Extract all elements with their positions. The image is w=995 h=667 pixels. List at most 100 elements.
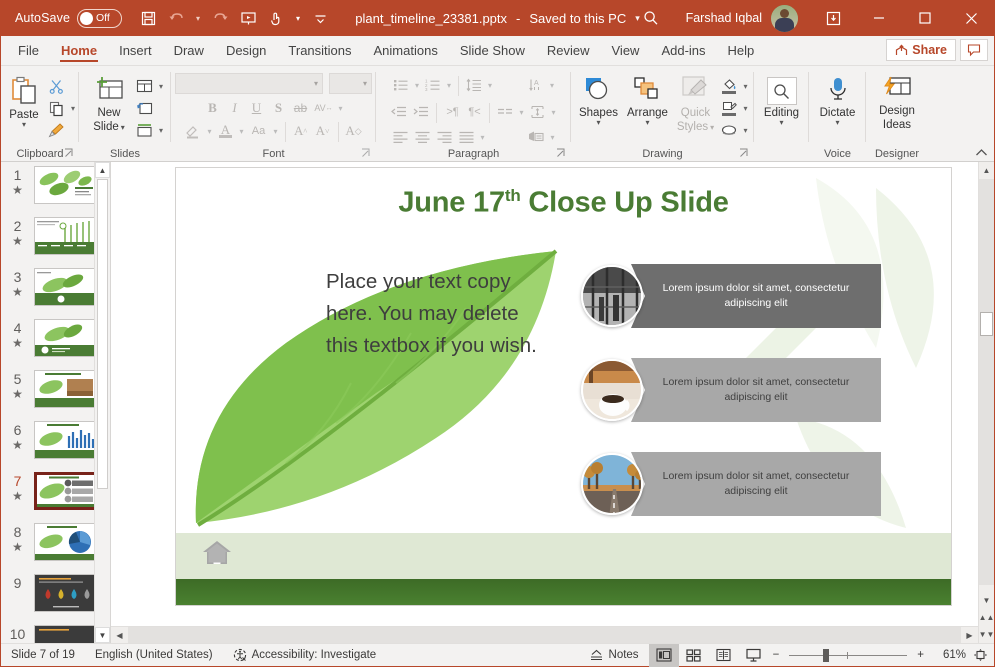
- italic-button[interactable]: I: [223, 97, 245, 119]
- tab-transitions[interactable]: Transitions: [277, 36, 362, 65]
- text-direction-chevron-down-icon[interactable]: ▾: [547, 81, 557, 90]
- row-2-text-box[interactable]: Lorem ipsum dolor sit amet, consectetur …: [631, 358, 881, 422]
- design-ideas-button[interactable]: Design Ideas: [870, 73, 924, 131]
- decrease-indent-button[interactable]: [388, 101, 410, 123]
- touch-mode-icon[interactable]: [262, 5, 290, 31]
- layout-chevron-down-icon[interactable]: ▾: [156, 82, 166, 91]
- tab-slide-show[interactable]: Slide Show: [449, 36, 536, 65]
- normal-view-button[interactable]: [648, 643, 679, 667]
- current-slide[interactable]: June 17th Close Up Slide Place your text…: [176, 168, 951, 605]
- thumb-image-10[interactable]: [34, 625, 98, 643]
- quick-styles-button[interactable]: Quick Styles ▾: [672, 73, 718, 133]
- thumb-image-4[interactable]: [34, 319, 98, 357]
- reading-view-button[interactable]: [709, 644, 739, 667]
- home-icon[interactable]: [202, 539, 232, 565]
- hscroll-track[interactable]: [128, 626, 961, 643]
- columns-button[interactable]: ▾: [494, 101, 526, 123]
- shape-outline-button[interactable]: ▾: [718, 97, 750, 119]
- accessibility-indicator[interactable]: Accessibility: Investigate: [223, 644, 387, 667]
- tab-animations[interactable]: Animations: [363, 36, 449, 65]
- tab-draw[interactable]: Draw: [163, 36, 215, 65]
- thumb-image-6[interactable]: [34, 421, 98, 459]
- line-spacing-chevron-down-icon[interactable]: ▾: [485, 81, 495, 90]
- numbering-button[interactable]: 123 ▾: [422, 74, 454, 96]
- slide-position-indicator[interactable]: Slide 7 of 19: [1, 644, 85, 667]
- decrease-font-size-button[interactable]: A ˅: [312, 120, 334, 142]
- vscroll-thumb[interactable]: [980, 312, 993, 336]
- previous-slide-button[interactable]: ▲▲: [979, 609, 994, 626]
- slide-vertical-scrollbar[interactable]: ▲ ▼ ▲▲ ▼▼: [978, 162, 994, 643]
- paste-button[interactable]: Paste ▾: [2, 73, 46, 129]
- zoom-slider[interactable]: [789, 644, 908, 667]
- shape-outline-chevron-down-icon[interactable]: ▾: [740, 104, 750, 113]
- hscroll-left-arrow[interactable]: ◀: [111, 627, 128, 644]
- format-painter-button[interactable]: [46, 119, 68, 141]
- reset-button[interactable]: [134, 97, 156, 119]
- tab-review[interactable]: Review: [536, 36, 601, 65]
- zoom-in-button[interactable]: +: [913, 644, 928, 667]
- hscroll-right-arrow[interactable]: ▶: [961, 627, 978, 644]
- font-color-button[interactable]: A ▾: [214, 120, 246, 142]
- layout-button[interactable]: ▾: [134, 75, 166, 97]
- user-name[interactable]: Farshad Iqbal: [686, 11, 762, 25]
- clipboard-dialog-launcher[interactable]: [64, 148, 75, 159]
- new-slide-chevron-down-icon[interactable]: ▾: [121, 123, 125, 131]
- content-row-1[interactable]: Lorem ipsum dolor sit amet, consectetur …: [581, 264, 881, 328]
- ribbon-display-options-icon[interactable]: [810, 0, 856, 36]
- ltr-direction-button[interactable]: >¶: [441, 101, 463, 123]
- row-1-text-box[interactable]: Lorem ipsum dolor sit amet, consectetur …: [631, 264, 881, 328]
- thumb-image-1[interactable]: [34, 166, 98, 204]
- section-button[interactable]: ▾: [134, 119, 166, 141]
- line-spacing-button[interactable]: ▾: [463, 74, 495, 96]
- arrange-chevron-down-icon[interactable]: ▾: [645, 119, 649, 127]
- shapes-button[interactable]: Shapes ▾: [574, 73, 622, 127]
- convert-smartart-button[interactable]: ▾: [526, 126, 558, 148]
- clear-formatting-button[interactable]: A ◇: [343, 120, 365, 142]
- row-2-image[interactable]: [581, 359, 643, 421]
- character-spacing-chevron-down-icon[interactable]: ▾: [335, 104, 345, 113]
- content-row-3[interactable]: Lorem ipsum dolor sit amet, consectetur …: [581, 452, 881, 516]
- font-size-input[interactable]: ▾: [329, 73, 372, 94]
- language-indicator[interactable]: English (United States): [85, 644, 223, 667]
- autosave-toggle[interactable]: Off: [77, 8, 123, 28]
- justify-chevron-down-icon[interactable]: ▾: [477, 133, 487, 142]
- font-name-input[interactable]: ▾: [175, 73, 323, 94]
- shapes-chevron-down-icon[interactable]: ▾: [596, 119, 600, 127]
- quick-styles-chevron-down-icon[interactable]: ▾: [710, 123, 714, 131]
- arrange-button[interactable]: Arrange ▾: [622, 73, 672, 127]
- comments-button[interactable]: [960, 39, 988, 61]
- bold-button[interactable]: B: [201, 97, 223, 119]
- collapse-ribbon-button[interactable]: [975, 148, 988, 160]
- save-status[interactable]: Saved to this PC: [529, 11, 626, 26]
- drawing-dialog-launcher[interactable]: [739, 148, 750, 159]
- start-presentation-icon[interactable]: [234, 5, 262, 31]
- font-dialog-launcher[interactable]: [361, 148, 372, 159]
- tab-add-ins[interactable]: Add-ins: [650, 36, 716, 65]
- increase-font-size-button[interactable]: A ^: [290, 120, 312, 142]
- thumbnail-scroll-down-arrow[interactable]: ▼: [95, 627, 110, 643]
- thumbnail-scroll-up-arrow[interactable]: ▲: [95, 162, 110, 178]
- slide-thumbnail-pane[interactable]: 1 ★ 2 ★ 3 ★ 4 ★ 5 ★ 6 ★ 7 ★ 8 ★ 9 10 ▲ ▼: [1, 162, 111, 643]
- notes-button[interactable]: Notes: [579, 644, 649, 667]
- avatar[interactable]: [771, 4, 798, 32]
- share-button[interactable]: Share: [886, 39, 956, 61]
- dictate-chevron-down-icon[interactable]: ▾: [835, 119, 839, 127]
- bullets-button[interactable]: ▾: [390, 74, 422, 96]
- undo-icon[interactable]: [162, 5, 190, 31]
- paragraph-dialog-launcher[interactable]: [556, 148, 567, 159]
- align-right-button[interactable]: [433, 126, 455, 148]
- tab-home[interactable]: Home: [50, 36, 108, 65]
- slide-canvas-area[interactable]: June 17th Close Up Slide Place your text…: [111, 162, 978, 626]
- thumb-image-3[interactable]: [34, 268, 98, 306]
- slide-body-textbox[interactable]: Place your text copy here. You may delet…: [326, 266, 541, 362]
- thumb-image-9[interactable]: [34, 574, 98, 612]
- columns-chevron-down-icon[interactable]: ▾: [516, 108, 526, 117]
- zoom-slider-handle[interactable]: [823, 648, 830, 662]
- bullets-chevron-down-icon[interactable]: ▾: [412, 81, 422, 90]
- align-text-button[interactable]: ▾: [527, 101, 559, 123]
- vscroll-up-arrow[interactable]: ▲: [979, 162, 994, 179]
- file-name[interactable]: plant_timeline_23381.pptx: [355, 11, 507, 26]
- numbering-chevron-down-icon[interactable]: ▾: [444, 81, 454, 90]
- thumbnail-scrollbar[interactable]: ▲ ▼: [94, 162, 110, 643]
- rtl-direction-button[interactable]: ¶<: [463, 101, 485, 123]
